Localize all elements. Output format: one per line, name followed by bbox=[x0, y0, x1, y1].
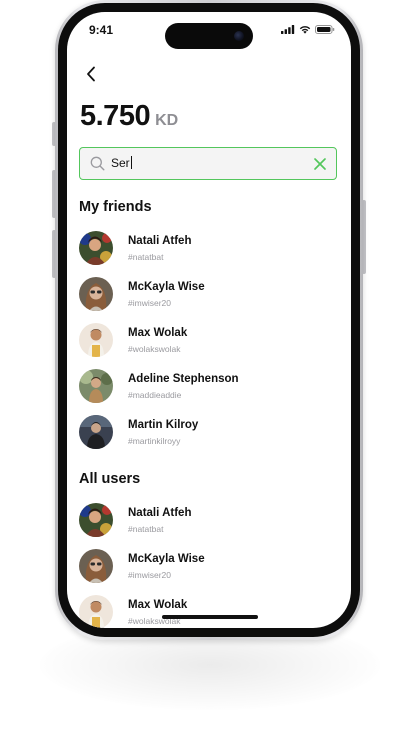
user-name: Martin Kilroy bbox=[128, 419, 199, 431]
user-name: Natali Atfeh bbox=[128, 507, 192, 519]
avatar bbox=[79, 503, 113, 537]
avatar bbox=[79, 323, 113, 357]
user-row[interactable]: McKayla Wise #imwiser20 bbox=[79, 549, 339, 585]
status-time: 9:41 bbox=[89, 23, 114, 37]
user-name: McKayla Wise bbox=[128, 281, 205, 293]
user-name: Natali Atfeh bbox=[128, 235, 192, 247]
signal-icon bbox=[281, 25, 295, 34]
friend-row[interactable]: Natali Atfeh #natatbat bbox=[79, 231, 339, 267]
user-handle: #natatbat bbox=[128, 524, 164, 534]
battery-icon bbox=[315, 25, 335, 34]
avatar bbox=[79, 277, 113, 311]
friend-row[interactable]: McKayla Wise #imwiser20 bbox=[79, 277, 339, 313]
wifi-icon bbox=[299, 26, 311, 34]
user-row[interactable]: Natali Atfeh #natatbat bbox=[79, 503, 339, 539]
home-indicator[interactable] bbox=[162, 615, 258, 619]
avatar bbox=[79, 549, 113, 583]
user-handle: #martinkilroyy bbox=[128, 436, 181, 446]
user-handle: #maddieaddie bbox=[128, 390, 182, 400]
friends-section-title: My friends bbox=[79, 199, 152, 215]
user-row[interactable]: Max Wolak #wolakswolak bbox=[79, 595, 339, 628]
search-field-value[interactable]: Ser bbox=[111, 156, 132, 170]
balance-display: 5.750 KD bbox=[80, 100, 178, 133]
user-handle: #wolakswolak bbox=[128, 344, 181, 354]
phone-screen: 9:41 5.750 KD Ser My friends Natali Atfe… bbox=[67, 12, 351, 628]
mockup-stage: 9:41 5.750 KD Ser My friends Natali Atfe… bbox=[0, 0, 418, 754]
user-handle: #imwiser20 bbox=[128, 570, 171, 580]
text-caret bbox=[130, 156, 132, 169]
avatar bbox=[79, 231, 113, 265]
camera-icon bbox=[234, 31, 244, 41]
user-handle: #imwiser20 bbox=[128, 298, 171, 308]
back-button[interactable] bbox=[79, 62, 103, 86]
dynamic-island bbox=[165, 23, 253, 49]
avatar bbox=[79, 595, 113, 628]
user-name: Max Wolak bbox=[128, 599, 188, 611]
user-handle: #natatbat bbox=[128, 252, 164, 262]
balance-currency: KD bbox=[155, 112, 179, 129]
avatar bbox=[79, 369, 113, 403]
friend-row[interactable]: Adeline Stephenson #maddieaddie bbox=[79, 369, 339, 405]
chevron-left-icon bbox=[87, 66, 95, 82]
search-input[interactable]: Ser bbox=[79, 147, 337, 180]
user-name: McKayla Wise bbox=[128, 553, 205, 565]
status-icons bbox=[281, 25, 335, 34]
search-icon bbox=[90, 156, 105, 171]
clear-search-icon[interactable] bbox=[312, 156, 328, 172]
friend-row[interactable]: Martin Kilroy #martinkilroyy bbox=[79, 415, 339, 451]
user-name: Adeline Stephenson bbox=[128, 373, 239, 385]
avatar bbox=[79, 415, 113, 449]
balance-amount: 5.750 bbox=[80, 100, 151, 132]
friend-row[interactable]: Max Wolak #wolakswolak bbox=[79, 323, 339, 359]
all-users-section-title: All users bbox=[79, 471, 141, 487]
user-name: Max Wolak bbox=[128, 327, 188, 339]
search-value-text: Ser bbox=[111, 156, 130, 170]
